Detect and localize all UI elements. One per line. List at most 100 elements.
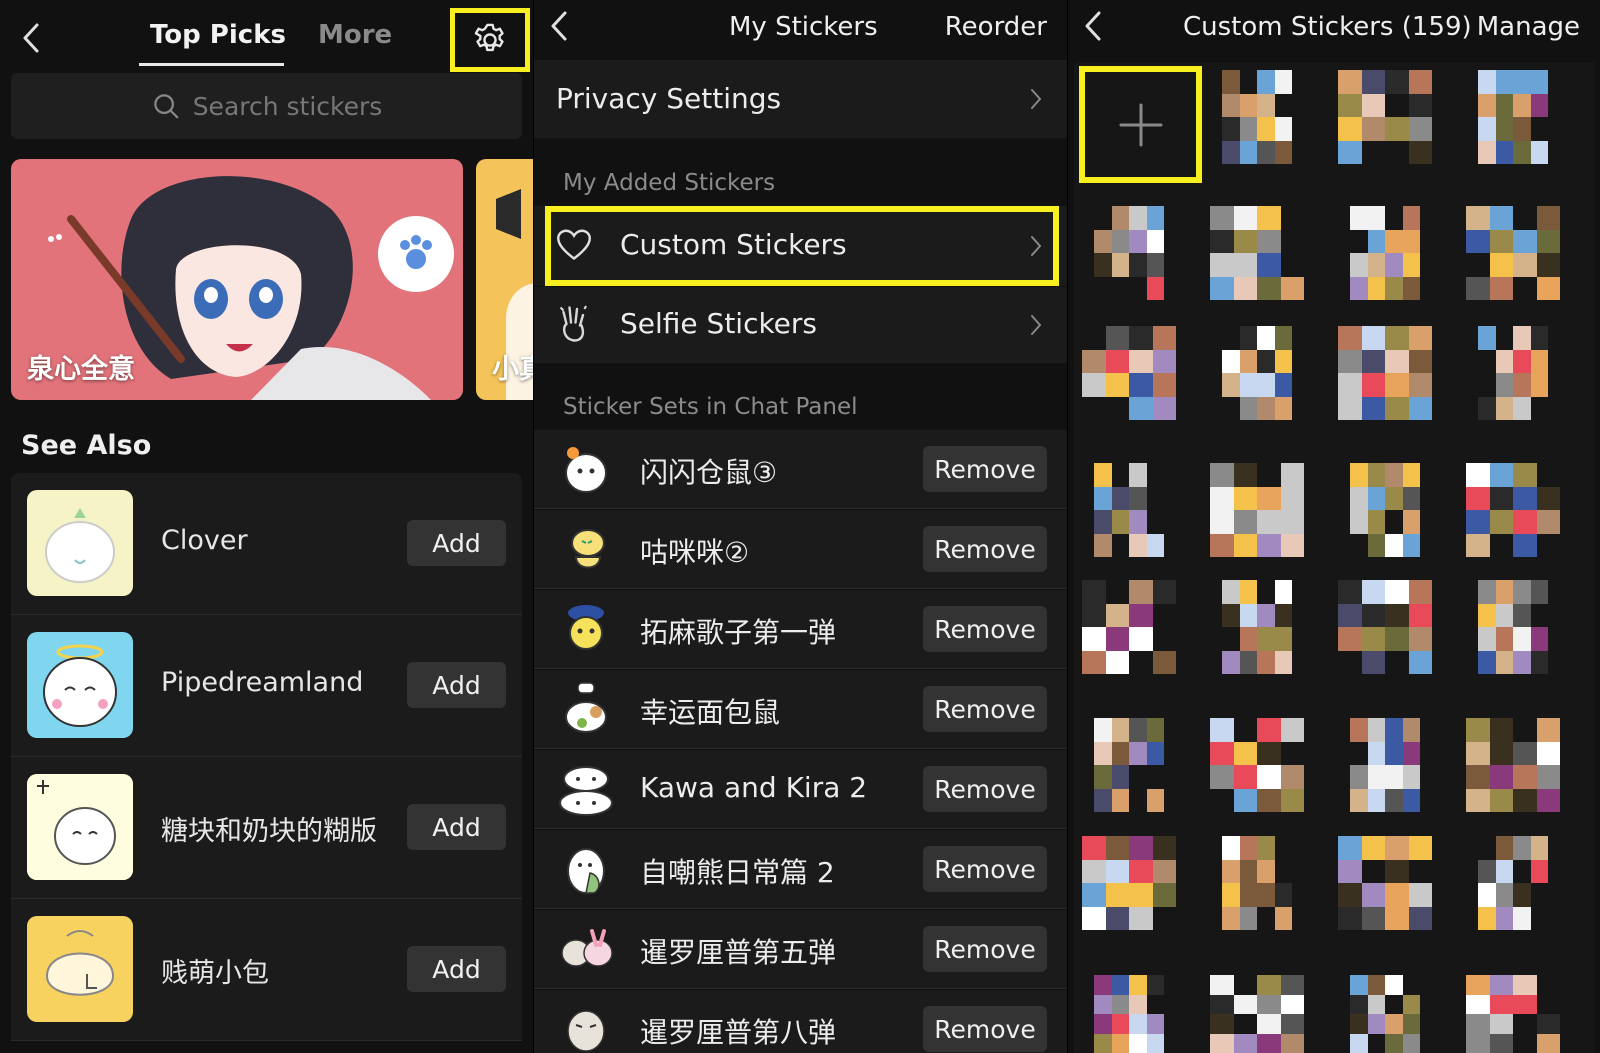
sticker-thumbnail[interactable] [1338, 326, 1432, 420]
bear-sticker-icon [567, 848, 605, 894]
add-button[interactable]: Add [407, 804, 506, 850]
remove-button[interactable]: Remove [923, 766, 1047, 812]
sticker-thumbnail[interactable] [1478, 326, 1548, 420]
sticker-set-name: 暹罗厘普第八弹 [640, 1016, 837, 1049]
add-sticker-button[interactable] [1079, 66, 1202, 183]
list-item[interactable]: Pipedreamland Add [11, 615, 522, 757]
table-row: 咕咪咪② Remove [534, 510, 1067, 589]
tab-more[interactable]: More [318, 20, 392, 50]
remove-button[interactable]: Remove [923, 446, 1047, 492]
table-row: Kawa and Kira 2 Remove [534, 750, 1067, 829]
tamagotchi-sticker-icon [568, 605, 604, 650]
sticker-thumbnail[interactable] [1094, 718, 1164, 812]
remove-button[interactable]: Remove [923, 926, 1047, 972]
add-button[interactable]: Add [407, 662, 506, 708]
siamese-sticker-icon [561, 929, 613, 967]
page-title: My Stickers [729, 12, 878, 42]
sticker-set-name: 糖块和奶块的糊版 [161, 816, 377, 847]
list-item[interactable]: 贱萌小包 Add [11, 899, 522, 1041]
plus-icon [1119, 103, 1162, 146]
sticker-thumbnail [27, 916, 133, 1022]
sticker-thumbnail[interactable] [1466, 718, 1560, 812]
sticker-thumbnail[interactable] [1222, 836, 1292, 930]
back-arrow-icon[interactable] [20, 22, 42, 53]
sticker-thumbnail[interactable] [1094, 206, 1164, 300]
sticker-thumbnail[interactable] [1222, 326, 1292, 420]
sticker-thumbnail[interactable] [1210, 975, 1304, 1053]
featured-banner-next[interactable]: 小真 [476, 159, 533, 400]
hand-wave-icon [559, 305, 587, 342]
sticker-thumbnail[interactable] [1210, 463, 1304, 557]
remove-button[interactable]: Remove [923, 686, 1047, 732]
sticker-thumbnail[interactable] [1478, 70, 1548, 164]
add-button[interactable]: Add [407, 946, 506, 992]
sticker-set-name: Pipedreamland [161, 667, 364, 698]
selfie-stickers-row[interactable]: Selfie Stickers [534, 287, 1067, 363]
sticker-thumbnail[interactable] [1350, 975, 1420, 1053]
sticker-thumbnail[interactable] [1210, 206, 1304, 300]
remove-button[interactable]: Remove [923, 606, 1047, 652]
sticker-thumbnail[interactable] [1094, 463, 1164, 557]
remove-button[interactable]: Remove [923, 526, 1047, 572]
remove-button[interactable]: Remove [923, 846, 1047, 892]
custom-stickers-panel: Custom Stickers (159) Manage [1067, 0, 1600, 1053]
page-title: Custom Stickers (159) [1183, 12, 1472, 42]
see-also-heading: See Also [21, 430, 152, 461]
manage-button[interactable]: Manage [1477, 12, 1580, 42]
sticker-thumbnail[interactable] [1466, 975, 1560, 1053]
back-arrow-icon[interactable] [548, 10, 570, 41]
sticker-set-name: 自嘲熊日常篇 2 [640, 856, 835, 889]
sticker-thumbnail[interactable] [1082, 580, 1176, 674]
reorder-button[interactable]: Reorder [945, 12, 1047, 42]
hamster-sticker-icon [565, 447, 607, 493]
sticker-set-name: 咕咪咪② [640, 536, 750, 569]
top-picks-panel: Top Picks More Search stickers 泉心全意 小真 S… [0, 0, 533, 1053]
settings-button[interactable] [450, 8, 530, 72]
sticker-thumbnail[interactable] [1338, 70, 1432, 164]
kawa-kira-sticker-icon [559, 766, 613, 816]
sticker-thumbnail[interactable] [1338, 836, 1432, 930]
remove-button[interactable]: Remove [923, 1006, 1047, 1052]
search-input[interactable]: Search stickers [11, 73, 522, 139]
active-tab-indicator [139, 63, 284, 66]
back-arrow-icon[interactable] [1082, 10, 1104, 41]
sticker-thumbnail[interactable] [1350, 206, 1420, 300]
siamese-cat-sticker-icon [567, 1010, 605, 1052]
sticker-set-name: Kawa and Kira 2 [640, 771, 868, 804]
tab-top-picks[interactable]: Top Picks [150, 20, 286, 50]
banner-title: 泉心全意 [27, 354, 135, 385]
sticker-thumbnail[interactable] [1210, 718, 1304, 812]
my-stickers-panel: My Stickers Reorder Privacy Settings My … [533, 0, 1067, 1053]
sticker-thumbnail [27, 632, 133, 738]
sticker-thumbnail[interactable] [1466, 206, 1560, 300]
selfie-stickers-label: Selfie Stickers [620, 307, 818, 340]
sticker-thumbnail[interactable] [1478, 836, 1548, 930]
sticker-thumbnail[interactable] [1338, 580, 1432, 674]
sticker-thumbnail[interactable] [1350, 718, 1420, 812]
chevron-right-icon [1031, 315, 1042, 335]
sticker-thumbnail[interactable] [1478, 580, 1548, 674]
sticker-thumbnail[interactable] [1466, 463, 1560, 557]
gear-icon [474, 23, 504, 52]
sticker-thumbnail[interactable] [1082, 326, 1176, 420]
sticker-thumbnail[interactable] [1222, 70, 1292, 164]
highlight-box [545, 206, 1059, 286]
sticker-thumbnail[interactable] [1222, 580, 1292, 674]
list-item[interactable]: Clover Add [11, 473, 522, 615]
table-row: 暹罗厘普第八弹 Remove [534, 990, 1067, 1053]
sticker-thumbnail[interactable] [1350, 463, 1420, 557]
search-icon [153, 94, 179, 119]
table-row: 自嘲熊日常篇 2 Remove [534, 830, 1067, 909]
search-placeholder: Search stickers [192, 91, 383, 121]
featured-banner[interactable]: 泉心全意 [11, 159, 463, 400]
sticker-set-name: 闪闪仓鼠③ [640, 456, 778, 489]
sticker-thumbnail[interactable] [1082, 836, 1176, 930]
add-button[interactable]: Add [407, 520, 506, 566]
sticker-thumbnail [27, 490, 133, 596]
sticker-thumbnail[interactable] [1094, 975, 1164, 1053]
table-row: 闪闪仓鼠③ Remove [534, 430, 1067, 509]
privacy-settings-row[interactable]: Privacy Settings [534, 60, 1067, 138]
cat-sticker-icon [571, 529, 605, 569]
list-item[interactable]: 糖块和奶块的糊版 Add [11, 757, 522, 899]
sticker-set-name: 贱萌小包 [161, 958, 269, 989]
